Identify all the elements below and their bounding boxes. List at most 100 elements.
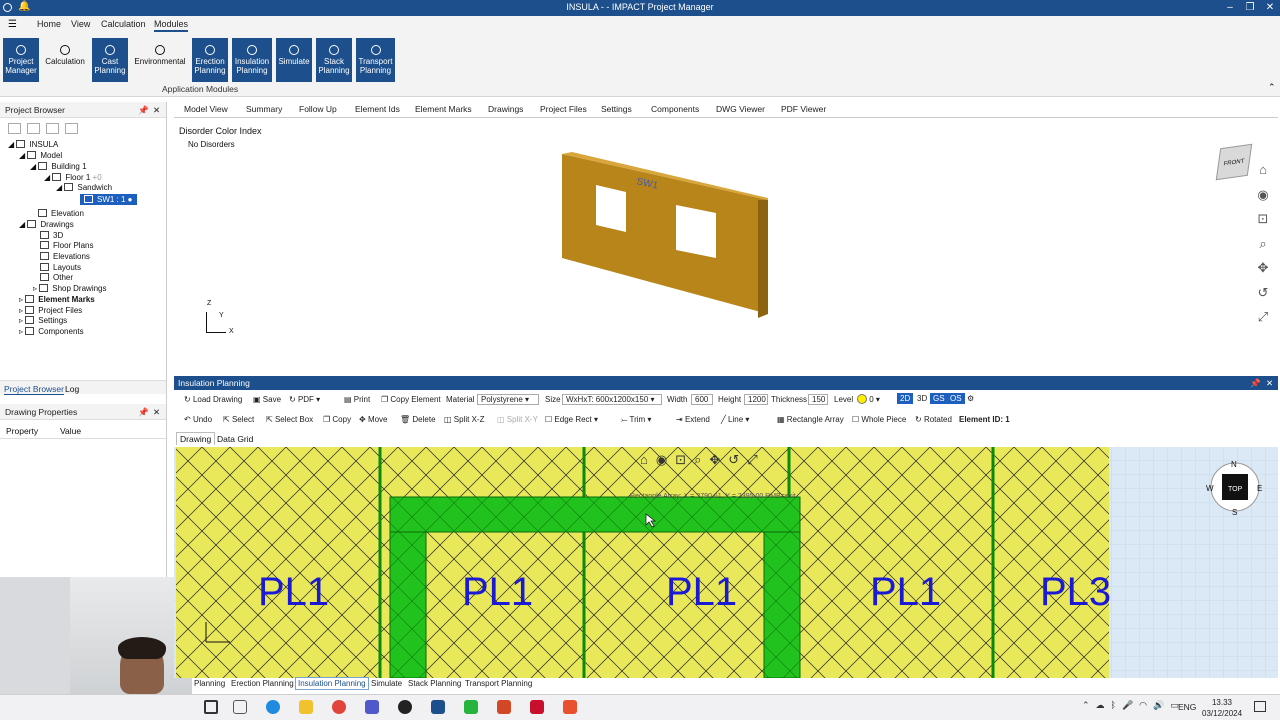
tree-node-other[interactable]: Other [40, 273, 73, 282]
tree-node-sandwich[interactable]: ◢ Sandwich [56, 183, 112, 192]
transport-planning-button[interactable]: Transport Planning [356, 38, 395, 82]
camtasia-icon[interactable] [464, 700, 478, 714]
tree-node-project-files[interactable]: ▹ Project Files [19, 306, 82, 315]
rotate-icon[interactable]: ↺ [1253, 281, 1273, 306]
tree-node-components[interactable]: ▹ Components [19, 327, 84, 336]
selected-rect-top[interactable] [389, 496, 801, 533]
tree-node-drawings[interactable]: ◢ Drawings [19, 220, 74, 229]
level-select[interactable]: 0 ▾ [857, 394, 880, 404]
settings-gear-icon[interactable]: ⚙ [967, 394, 974, 403]
app-icon[interactable] [563, 700, 577, 714]
pan-icon[interactable]: ✥ [1253, 256, 1273, 281]
tree-node-building[interactable]: ◢ Building 1 [30, 162, 87, 171]
microphone-icon[interactable]: 🎤 [1122, 700, 1139, 710]
size-select[interactable]: WxHxT: 600x1200x150 ▾ [562, 394, 662, 405]
project-manager-button[interactable]: Project Manager [3, 38, 39, 82]
menu-calculation[interactable]: Calculation [101, 19, 146, 29]
height-input[interactable]: 1200 [744, 394, 768, 405]
autocad-icon[interactable] [530, 700, 544, 714]
close-icon[interactable]: ✕ [1266, 376, 1273, 390]
tree-node-settings[interactable]: ▹ Settings [19, 316, 67, 325]
orbit-icon[interactable]: ◉ [656, 452, 675, 467]
os-toggle[interactable]: OS [947, 393, 965, 404]
tab-settings[interactable]: Settings [601, 104, 632, 114]
tab-project-files[interactable]: Project Files [540, 104, 587, 114]
tree-node-3d[interactable]: 3D [40, 231, 63, 240]
wifi-icon[interactable]: ◠ [1139, 700, 1153, 710]
select-box-button[interactable]: ⇱ Select Box [266, 415, 313, 424]
zoom-window-icon[interactable]: ⊡ [1253, 207, 1273, 232]
task-view-icon[interactable] [233, 700, 247, 714]
thickness-input[interactable]: 150 [808, 394, 828, 405]
tab-element-marks[interactable]: Element Marks [415, 104, 472, 114]
split-xz-button[interactable]: ◫ Split X-Z [444, 415, 484, 424]
tree-node-floor-plans[interactable]: Floor Plans [40, 241, 93, 250]
insulation-planning-button[interactable]: Insulation Planning [232, 38, 272, 82]
calculation-button[interactable]: Calculation [42, 38, 88, 82]
teams-icon[interactable] [365, 700, 379, 714]
filter-icon[interactable] [46, 123, 59, 134]
tab-erection-planning[interactable]: Erection Planning [231, 679, 294, 688]
split-xy-button[interactable]: ◫ Split X-Y [497, 415, 538, 424]
fit-icon[interactable]: ⤢ [747, 452, 765, 467]
rotated-button[interactable]: ↻ Rotated [915, 415, 952, 424]
material-select[interactable]: Polystyrene ▾ [477, 394, 539, 405]
tab-project-browser[interactable]: Project Browser [4, 384, 64, 395]
tab-element-ids[interactable]: Element Ids [355, 104, 400, 114]
close-icon[interactable]: ✕ [1260, 1, 1280, 15]
menu-modules[interactable]: Modules [154, 19, 189, 32]
pin-icon[interactable]: 📌 [1250, 376, 1261, 390]
file-explorer-icon[interactable] [299, 700, 313, 714]
tab-follow-up[interactable]: Follow Up [299, 104, 337, 114]
tree-node-elevations[interactable]: Elevations [40, 252, 90, 261]
environmental-button[interactable]: Environmental [132, 38, 188, 82]
media-icon[interactable] [398, 700, 412, 714]
tab-transport-planning[interactable]: Transport Planning [465, 679, 532, 688]
powerpoint-icon[interactable] [497, 700, 511, 714]
gs-toggle[interactable]: GS [930, 393, 948, 404]
maximize-icon[interactable]: ❐ [1240, 1, 1260, 15]
tree-node-elevation[interactable]: Elevation [38, 209, 84, 218]
fit-icon[interactable]: ⤢ [1253, 305, 1273, 330]
tab-drawings[interactable]: Drawings [488, 104, 523, 114]
tree-node-floor[interactable]: ◢ Floor 1 +0 [44, 173, 102, 182]
tab-planning[interactable]: Planning [194, 679, 225, 688]
hamburger-icon[interactable]: ☰ [8, 19, 17, 30]
bluetooth-icon[interactable]: ᛒ [1111, 700, 1122, 710]
tab-dwg-viewer[interactable]: DWG Viewer [716, 104, 765, 114]
notification-icon[interactable] [1254, 701, 1266, 712]
chrome-icon[interactable] [332, 700, 346, 714]
width-input[interactable]: 600 [691, 394, 713, 405]
start-icon[interactable] [204, 700, 218, 714]
tab-drawing[interactable]: Drawing [176, 432, 216, 445]
tree-node-model[interactable]: ◢ Model [19, 151, 62, 160]
rectangle-array-button[interactable]: ▦ Rectangle Array [777, 415, 844, 424]
volume-icon[interactable]: 🔊 [1153, 700, 1170, 710]
expand-all-icon[interactable] [8, 123, 21, 134]
wall-3d-model[interactable]: SW1 [556, 150, 776, 320]
simulate-button[interactable]: Simulate [276, 38, 312, 82]
zoom-window-icon[interactable]: ⊡ [675, 452, 694, 467]
rotate-icon[interactable]: ↺ [728, 452, 747, 467]
home-icon[interactable]: ⌂ [1253, 158, 1273, 183]
home-icon[interactable]: ⌂ [640, 452, 656, 467]
pan-icon[interactable]: ✥ [709, 452, 728, 467]
minimize-icon[interactable]: – [1220, 1, 1240, 15]
move-button[interactable]: ✥ Move [359, 415, 388, 424]
tree-node-element-marks[interactable]: ▹ Element Marks [19, 295, 95, 304]
tab-data-grid[interactable]: Data Grid [214, 433, 256, 445]
impact-icon[interactable] [431, 700, 445, 714]
refresh-icon[interactable] [65, 123, 78, 134]
tab-log[interactable]: Log [65, 384, 79, 394]
orbit-icon[interactable]: ◉ [1253, 183, 1273, 208]
2d-toggle[interactable]: 2D [897, 393, 914, 404]
close-icon[interactable]: ✕ [153, 404, 160, 420]
menu-view[interactable]: View [71, 19, 90, 29]
stack-planning-button[interactable]: Stack Planning [316, 38, 352, 82]
tree-node-insula[interactable]: ◢ INSULA [8, 140, 58, 149]
tab-summary[interactable]: Summary [246, 104, 282, 114]
selected-rect-left[interactable] [389, 531, 427, 678]
erection-planning-button[interactable]: Erection Planning [192, 38, 228, 82]
menu-home[interactable]: Home [37, 19, 61, 29]
delete-button[interactable]: 🗑 Delete [400, 415, 436, 424]
